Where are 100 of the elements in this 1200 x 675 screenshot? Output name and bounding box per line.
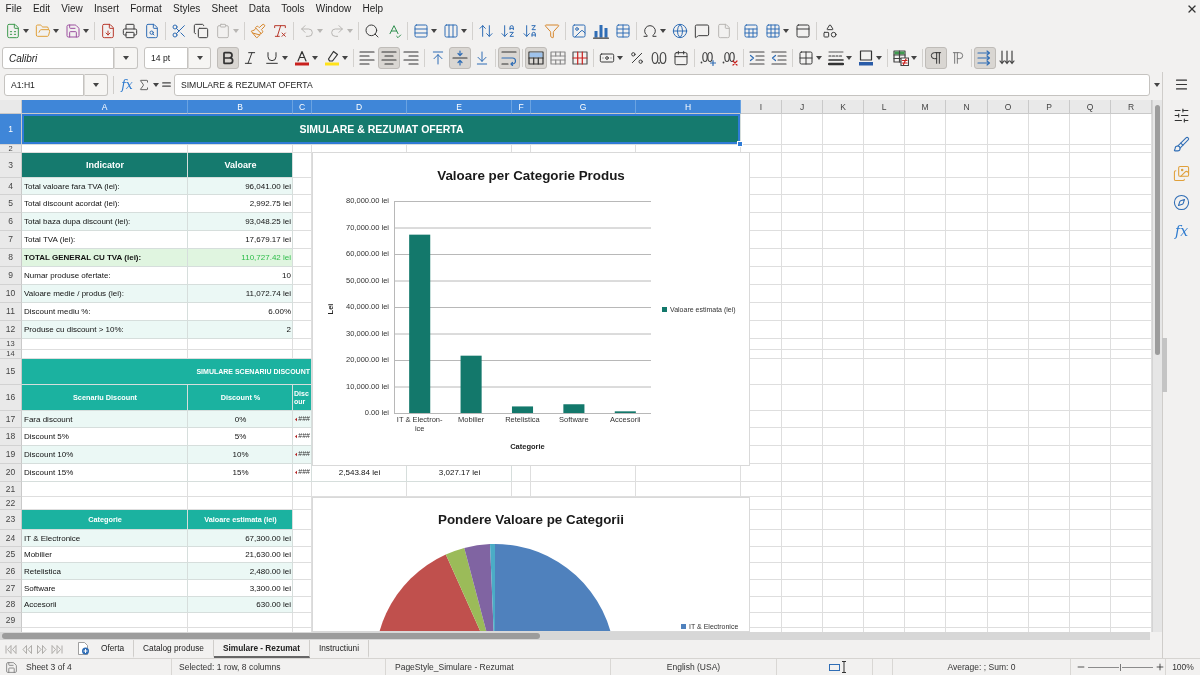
bar-chart-icon	[593, 22, 609, 39]
font-name-field[interactable]: Calibri	[2, 47, 114, 69]
left-to-right-button[interactable]	[925, 47, 947, 69]
paintbrush-icon	[250, 22, 266, 39]
scrollbar-thumb[interactable]	[1155, 105, 1160, 355]
selection-info: Selected: 1 row, 8 columns	[179, 662, 281, 672]
row-header[interactable]: 24	[0, 530, 22, 547]
font-size-field[interactable]: 14 pt	[144, 47, 188, 69]
column-header[interactable]: H	[636, 100, 741, 114]
row-header[interactable]: 18	[0, 428, 22, 446]
menu-item[interactable]: Insert	[88, 0, 125, 17]
column-header[interactable]: O	[988, 100, 1029, 114]
column-header[interactable]: G	[531, 100, 636, 114]
row-header[interactable]: 11	[0, 303, 22, 321]
column-header[interactable]: P	[1029, 100, 1070, 114]
menu-item[interactable]: Tools	[275, 0, 311, 17]
row-header[interactable]: 26	[0, 563, 22, 580]
functions-deck-button[interactable]: fx	[1169, 219, 1194, 243]
zoom-slider-thumb[interactable]	[1119, 662, 1122, 672]
bar	[511, 406, 534, 413]
name-box-field[interactable]: A1:H1	[4, 73, 84, 96]
column-header[interactable]: Q	[1070, 100, 1111, 114]
horizontal-scrollbar[interactable]	[0, 632, 1150, 640]
row-header[interactable]: 9	[0, 267, 22, 285]
sheet-tab[interactable]: Simulare - Rezumat	[213, 640, 310, 658]
column-header[interactable]: D	[312, 100, 407, 114]
column-header[interactable]: R	[1111, 100, 1152, 114]
font-size-dropdown-button[interactable]	[188, 47, 211, 69]
row-header[interactable]: 16	[0, 385, 22, 411]
column-header[interactable]: F	[512, 100, 531, 114]
table-cell: 15%	[188, 464, 293, 482]
row-header[interactable]: 6	[0, 213, 22, 231]
wrap-text-button[interactable]	[498, 47, 520, 69]
menu-item[interactable]: Format	[124, 0, 168, 17]
menu-item[interactable]: Data	[243, 0, 276, 17]
row-header[interactable]: 7	[0, 231, 22, 249]
menu-item[interactable]: Styles	[167, 0, 206, 17]
row-header[interactable]: 22	[0, 497, 22, 510]
table-icon	[615, 22, 631, 39]
add-sheet-button[interactable]	[76, 641, 92, 657]
row-header[interactable]: 19	[0, 446, 22, 464]
menu-item[interactable]: Sheet	[205, 0, 244, 17]
vertical-scrollbar[interactable]	[1152, 100, 1162, 632]
conditional-format-button[interactable]	[890, 47, 920, 69]
center-vertically-button[interactable]	[449, 47, 471, 69]
row-header[interactable]: 21	[0, 482, 22, 497]
header-cell: Indicator	[22, 153, 188, 178]
column-header[interactable]: J	[782, 100, 823, 114]
table-cell: 21,630.00 lei	[188, 547, 293, 563]
column-header[interactable]: I	[741, 100, 782, 114]
menu-item[interactable]: View	[55, 0, 89, 17]
spreadsheet-icon	[743, 22, 759, 39]
zoom-in-button[interactable]	[1155, 661, 1165, 673]
row-header[interactable]: 4	[0, 178, 22, 195]
row-header[interactable]: 20	[0, 464, 22, 482]
menu-item[interactable]: Help	[356, 0, 389, 17]
horizontal-text-button[interactable]	[974, 47, 996, 69]
column-header[interactable]: L	[864, 100, 905, 114]
line-style-icon	[828, 50, 844, 66]
font-name-dropdown-button[interactable]	[114, 47, 138, 69]
row-header[interactable]: 15	[0, 359, 22, 385]
row-header[interactable]: 12	[0, 321, 22, 339]
table-cell: 5%	[188, 428, 293, 446]
align-center-button[interactable]	[378, 47, 400, 69]
function-wizard-button[interactable]: fx	[118, 73, 136, 96]
formula-input-field[interactable]: SIMULARE & REZUMAT OFERTA	[174, 73, 1150, 96]
row-header[interactable]: 17	[0, 411, 22, 428]
row-header[interactable]: 3	[0, 153, 22, 178]
sheet-tab[interactable]: Catalog produse	[134, 640, 214, 658]
column-header[interactable]: E	[407, 100, 512, 114]
merge-center-button[interactable]	[525, 47, 547, 69]
column-header[interactable]: C	[293, 100, 312, 114]
sheet-tab[interactable]: Instructiuni	[309, 640, 370, 658]
sheet-tab[interactable]: Oferta	[92, 640, 135, 658]
scrollbar-thumb[interactable]	[2, 633, 540, 639]
row-header[interactable]: 1	[0, 114, 22, 145]
menu-item[interactable]: Window	[310, 0, 357, 17]
name-box-dropdown-button[interactable]	[84, 73, 108, 96]
row-header[interactable]: 8	[0, 249, 22, 267]
bold-button[interactable]	[217, 47, 239, 69]
row-header[interactable]: 10	[0, 285, 22, 303]
column-header[interactable]: A	[22, 100, 188, 114]
fill-handle[interactable]	[737, 141, 743, 147]
menu-item[interactable]: File	[0, 0, 28, 17]
row-header[interactable]: 25	[0, 547, 22, 563]
row-header[interactable]: 29	[0, 613, 22, 628]
spellcheck-icon	[386, 22, 402, 39]
row-header[interactable]: 28	[0, 597, 22, 613]
align-middle-icon	[452, 50, 468, 66]
row-header[interactable]: 5	[0, 195, 22, 213]
row-header[interactable]: 23	[0, 510, 22, 530]
column-header[interactable]: B	[188, 100, 293, 114]
column-header[interactable]: M	[905, 100, 946, 114]
table-cell: Produse cu discount > 10%:	[22, 321, 188, 339]
row-header[interactable]: 27	[0, 580, 22, 597]
menu-item[interactable]: Edit	[27, 0, 56, 17]
column-header[interactable]: N	[946, 100, 988, 114]
sidebar-collapse-handle[interactable]	[1162, 338, 1167, 392]
pilcrow-icon	[928, 50, 944, 66]
column-header[interactable]: K	[823, 100, 864, 114]
